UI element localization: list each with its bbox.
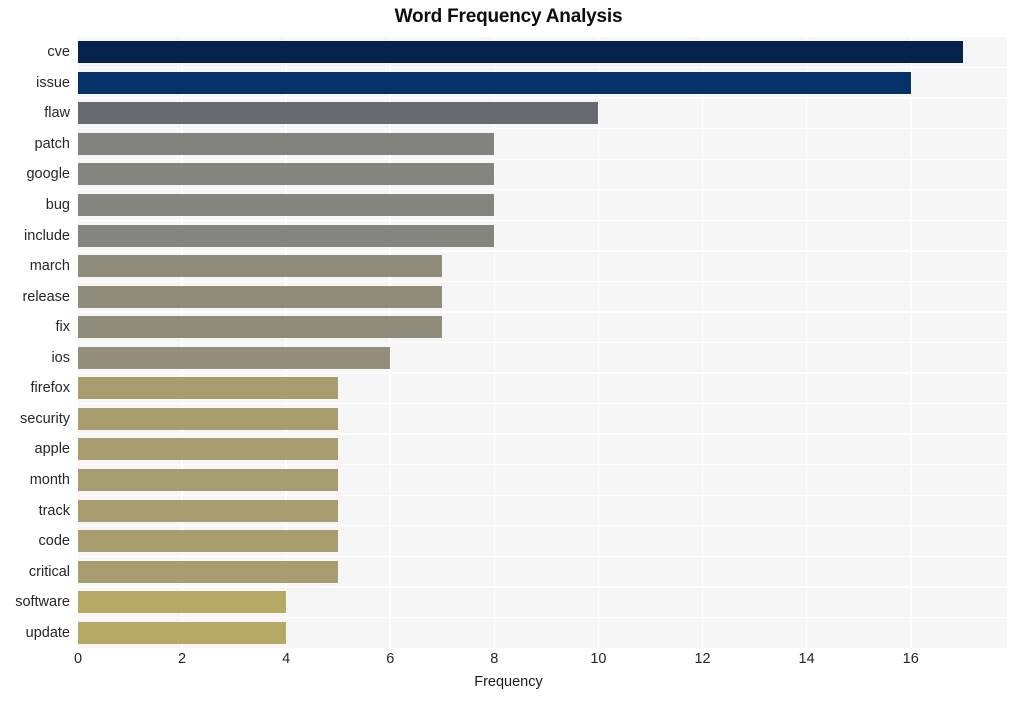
bar-update <box>78 621 287 644</box>
x-tick-label-8: 8 <box>490 651 499 667</box>
bar-apple <box>78 438 339 461</box>
x-axis-title: Frequency <box>474 674 543 690</box>
bar-software <box>78 591 287 614</box>
y-tick-label-march: march <box>29 258 70 275</box>
y-tick-label-issue: issue <box>36 74 70 91</box>
y-gridline <box>78 311 1007 313</box>
y-gridline <box>78 250 1007 252</box>
y-tick-label-flaw: flaw <box>44 105 70 122</box>
y-gridline <box>78 280 1007 283</box>
y-gridline <box>78 464 1007 466</box>
bar-critical <box>78 560 339 583</box>
y-tick-label-google: google <box>26 166 70 183</box>
bar-code <box>78 530 339 553</box>
x-tick-label-0: 0 <box>73 651 83 667</box>
y-tick-label-ios: ios <box>51 349 70 366</box>
bar-release <box>78 285 443 308</box>
chart-title: Word Frequency Analysis <box>394 6 623 27</box>
bar-ios <box>78 346 391 369</box>
y-tick-label-include: include <box>24 227 70 244</box>
bar-include <box>78 224 495 247</box>
y-gridline <box>78 525 1007 527</box>
bar-patch <box>78 132 495 155</box>
x-tick-label-6: 6 <box>386 651 395 667</box>
y-tick-label-release: release <box>22 288 70 305</box>
bar-track <box>78 499 339 522</box>
y-gridline <box>78 433 1007 435</box>
x-tick-label-10: 10 <box>590 651 607 667</box>
y-gridline <box>78 127 1007 130</box>
y-tick-label-month: month <box>29 471 70 488</box>
bar-fix <box>78 316 443 339</box>
bar-month <box>78 468 339 491</box>
plot-area <box>78 37 1007 648</box>
bar-issue <box>78 71 911 94</box>
y-gridline <box>78 555 1007 558</box>
y-tick-label-apple: apple <box>34 441 70 458</box>
bar-flaw <box>78 102 599 125</box>
bar-march <box>78 255 443 278</box>
y-tick-label-cve: cve <box>47 44 70 61</box>
bar-bug <box>78 194 495 217</box>
x-tick-label-4: 4 <box>282 651 291 667</box>
x-tick-label-2: 2 <box>178 651 187 667</box>
y-tick-label-software: software <box>15 594 70 611</box>
y-gridline <box>78 586 1007 588</box>
y-tick-label-bug: bug <box>45 197 70 214</box>
y-tick-label-code: code <box>38 533 70 550</box>
y-tick-label-patch: patch <box>34 135 70 152</box>
y-tick-label-update: update <box>25 624 70 641</box>
y-gridline <box>78 616 1007 619</box>
x-tick-label-16: 16 <box>902 651 919 667</box>
y-gridline <box>78 189 1007 191</box>
bar-security <box>78 407 339 430</box>
y-tick-label-critical: critical <box>28 563 70 580</box>
x-axis-tick-labels: 0 2 4 6 8 10 12 14 16 <box>0 652 1017 676</box>
bar-firefox <box>78 377 339 400</box>
y-axis-tick-labels: cve issue flaw patch google bug include march re… <box>0 37 70 648</box>
y-tick-label-security: security <box>20 410 70 427</box>
chart-figure: Word Frequency Analysis cve issue flaw patc… <box>0 0 1017 701</box>
y-tick-label-fix: fix <box>55 319 71 336</box>
y-gridline <box>78 494 1007 496</box>
bar-google <box>78 163 495 186</box>
y-gridline <box>78 158 1007 160</box>
y-gridline <box>78 66 1007 69</box>
x-tick-label-12: 12 <box>694 651 711 667</box>
y-gridline <box>78 341 1007 344</box>
y-tick-label-track: track <box>38 502 70 519</box>
y-gridline <box>78 402 1007 405</box>
y-gridline <box>78 219 1007 221</box>
y-gridline <box>78 372 1007 374</box>
bar-cve <box>78 41 963 64</box>
x-tick-label-14: 14 <box>798 651 815 667</box>
y-gridline <box>78 97 1007 99</box>
y-tick-label-firefox: firefox <box>30 380 71 397</box>
